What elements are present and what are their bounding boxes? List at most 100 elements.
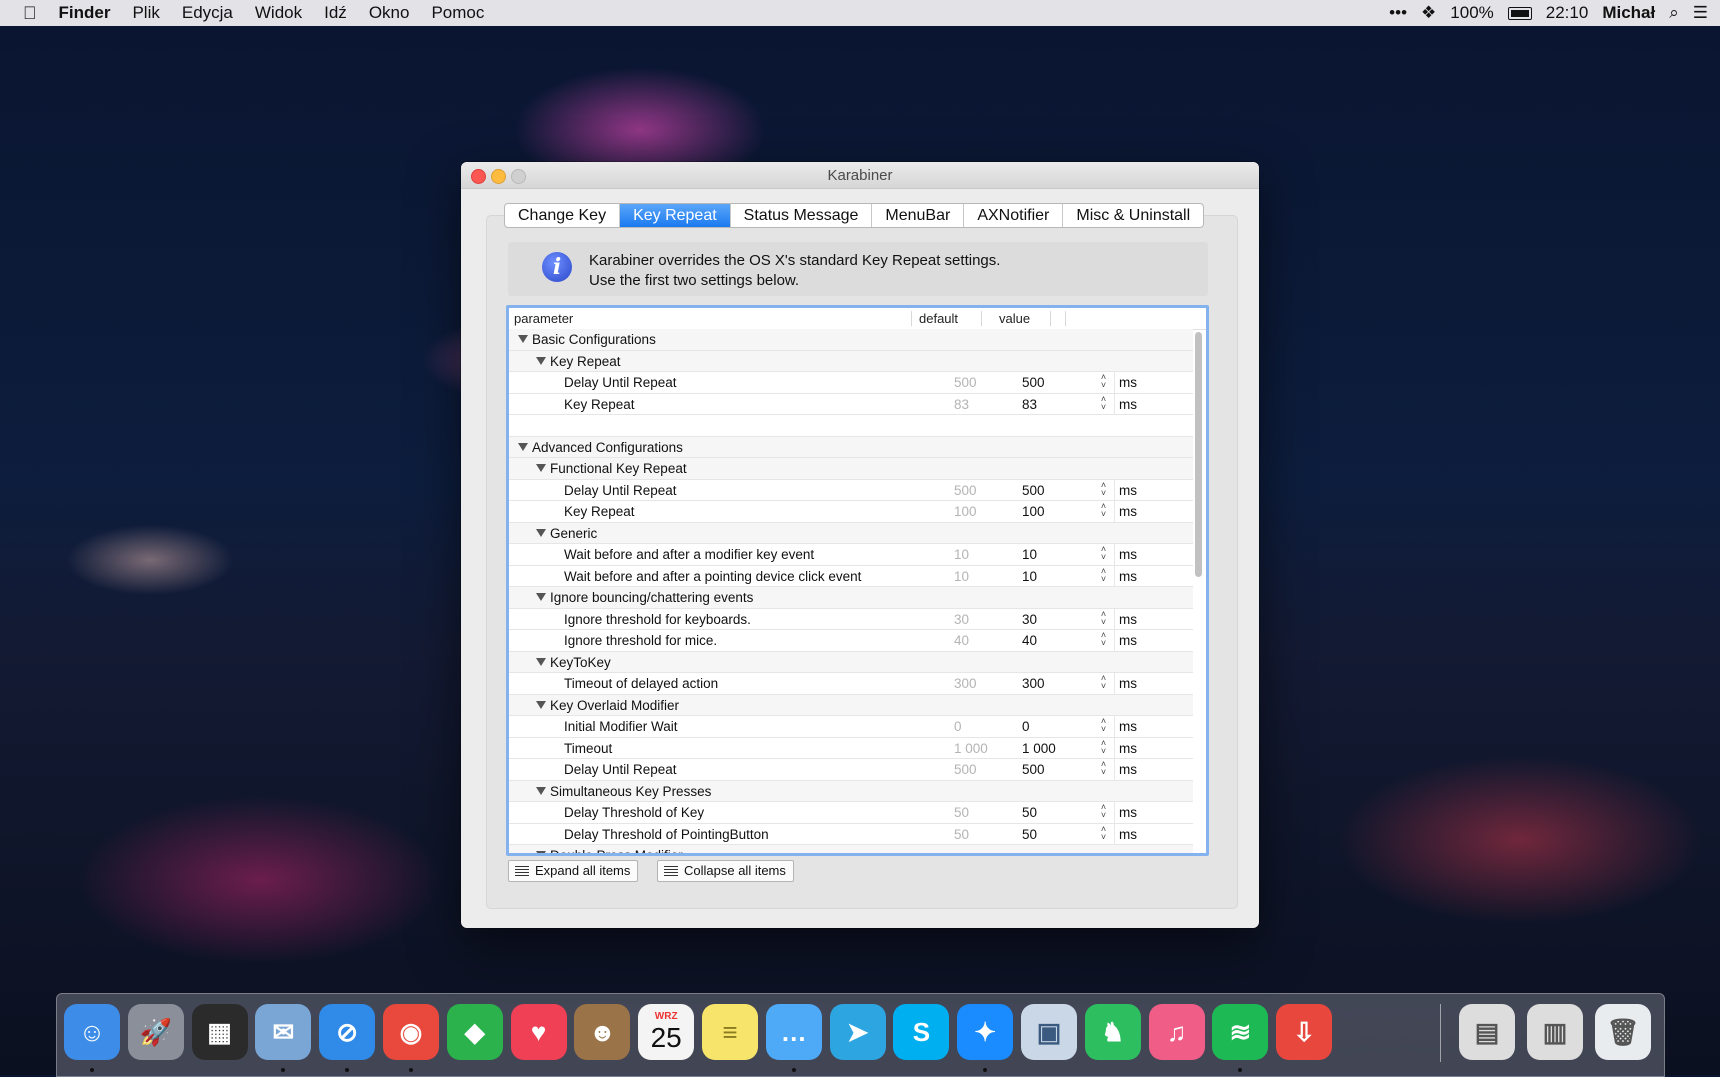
table-group-row[interactable]: Generic — [509, 522, 1193, 544]
value-field[interactable]: 30 — [1022, 612, 1037, 627]
table-group-row[interactable]: Double Press Modifier — [509, 845, 1193, 853]
mission-control-icon[interactable]: ▦ — [191, 1004, 248, 1060]
value-field[interactable]: 1 000 — [1022, 741, 1056, 756]
battery-percent[interactable]: 100% — [1450, 3, 1493, 23]
documents-stack-icon[interactable]: ▥ — [1527, 1004, 1583, 1060]
transmit-icon[interactable]: ⇩ — [1276, 1004, 1333, 1060]
disclosure-triangle-icon[interactable] — [536, 851, 546, 853]
stepper-icon[interactable]: ˄ ˅ — [1099, 760, 1108, 778]
clock[interactable]: 22:10 — [1546, 3, 1589, 23]
table-row[interactable]: Ignore threshold for mice. 40 40 ˄ ˅ ms — [509, 630, 1193, 652]
menu-idz[interactable]: Idź — [313, 3, 358, 23]
table-group-row[interactable]: Key Repeat — [509, 350, 1193, 372]
menu-pomoc[interactable]: Pomoc — [420, 3, 495, 23]
table-row[interactable]: Wait before and after a pointing device … — [509, 565, 1193, 587]
evernote-icon[interactable]: ♞ — [1084, 1004, 1141, 1060]
contacts-icon[interactable]: ☻ — [574, 1004, 631, 1060]
value-field[interactable]: 500 — [1022, 483, 1045, 498]
table-row[interactable]: Key Repeat 100 100 ˄ ˅ ms — [509, 501, 1193, 523]
table-row[interactable]: Delay Until Repeat 500 500 ˄ ˅ ms — [509, 759, 1193, 781]
mail-icon[interactable]: ✉ — [255, 1004, 312, 1060]
disclosure-triangle-icon[interactable] — [518, 335, 528, 343]
header-default[interactable]: default — [919, 311, 958, 326]
value-field[interactable]: 10 — [1022, 569, 1037, 584]
vertical-scrollbar[interactable] — [1195, 332, 1202, 577]
trash-icon[interactable]: 🗑 — [1595, 1004, 1651, 1060]
menu-okno[interactable]: Okno — [358, 3, 421, 23]
disclosure-triangle-icon[interactable] — [536, 786, 546, 795]
tab-misc-uninstall[interactable]: Misc & Uninstall — [1063, 204, 1203, 227]
table-group-row[interactable]: Key Overlaid Modifier — [509, 694, 1193, 716]
table-row[interactable]: Timeout of delayed action 300 300 ˄ ˅ ms — [509, 673, 1193, 695]
launchpad-icon[interactable]: 🚀 — [127, 1004, 184, 1060]
stepper-icon[interactable]: ˄ ˅ — [1099, 803, 1108, 821]
disclosure-triangle-icon[interactable] — [536, 464, 546, 472]
table-row[interactable]: Wait before and after a modifier key eve… — [509, 544, 1193, 566]
table-group-row[interactable]: Ignore bouncing/chattering events — [509, 587, 1193, 609]
value-field[interactable]: 0 — [1022, 719, 1030, 734]
value-field[interactable]: 300 — [1022, 676, 1045, 691]
messenger-icon[interactable]: ✦ — [957, 1004, 1014, 1060]
stepper-icon[interactable]: ˄ ˅ — [1099, 609, 1108, 628]
dropbox-icon[interactable]: ❖ — [1421, 3, 1436, 23]
title-bar[interactable]: Karabiner — [461, 162, 1259, 189]
table-row[interactable]: Key Repeat 83 83 ˄ ˅ ms — [509, 393, 1193, 415]
downloads-stack-icon[interactable]: ▤ — [1459, 1004, 1515, 1060]
calendar-icon[interactable]: WRZ 25 — [638, 1004, 695, 1060]
battery-icon[interactable] — [1507, 6, 1532, 20]
messages-icon[interactable]: … — [765, 1004, 822, 1060]
disclosure-triangle-icon[interactable] — [536, 657, 546, 666]
chrome-icon[interactable]: ◉ — [383, 1004, 439, 1060]
spotlight-icon[interactable]: ⌕ — [1669, 3, 1679, 23]
table-group-row[interactable]: Basic Configurations — [509, 329, 1193, 351]
finder-icon[interactable]: ☺ — [64, 1004, 120, 1060]
table-row[interactable]: Delay Until Repeat 500 500 ˄ ˅ ms — [509, 479, 1193, 501]
expand-all-button[interactable]: Expand all items — [508, 860, 639, 882]
tab-status-message[interactable]: Status Message — [731, 204, 873, 227]
stepper-icon[interactable]: ˄ ˅ — [1099, 545, 1108, 563]
table-row[interactable]: Timeout 1 000 1 000 ˄ ˅ ms — [509, 737, 1193, 759]
table-row[interactable]: Delay Threshold of PointingButton 50 50 ˄ ˅ m… — [509, 823, 1193, 845]
disclosure-triangle-icon[interactable] — [518, 442, 528, 451]
header-parameter[interactable]: parameter — [514, 311, 573, 326]
stepper-icon[interactable]: ˄ ˅ — [1099, 566, 1108, 585]
stepper-icon[interactable]: ˄ ˅ — [1099, 480, 1108, 499]
stepper-icon[interactable]: ˄ ˅ — [1099, 373, 1108, 391]
table-group-row[interactable]: Simultaneous Key Presses — [509, 780, 1193, 802]
table-group-row[interactable]: Functional Key Repeat — [509, 458, 1193, 480]
notification-center-icon[interactable]: ☰ — [1693, 3, 1708, 23]
itunes-icon[interactable]: ♫ — [1148, 1004, 1205, 1060]
menu-edycja[interactable]: Edycja — [171, 3, 244, 23]
spotify-icon[interactable]: ≋ — [1212, 1004, 1269, 1060]
disclosure-triangle-icon[interactable] — [536, 356, 546, 365]
value-field[interactable]: 500 — [1022, 375, 1045, 390]
menu-finder[interactable]: Finder — [48, 3, 122, 23]
stepper-icon[interactable]: ˄ ˅ — [1099, 631, 1108, 649]
collapse-all-button[interactable]: Collapse all items — [657, 860, 794, 882]
value-field[interactable]: 83 — [1022, 397, 1037, 412]
tab-axnotifier[interactable]: AXNotifier — [964, 204, 1064, 227]
menu-widok[interactable]: Widok — [244, 3, 313, 23]
stepper-icon[interactable]: ˄ ˅ — [1099, 674, 1108, 692]
stepper-icon[interactable]: ˄ ˅ — [1099, 394, 1108, 413]
pocket-icon[interactable]: ♥ — [510, 1004, 567, 1060]
stepper-icon[interactable]: ˄ ˅ — [1099, 738, 1108, 757]
safari-icon[interactable]: ⊘ — [319, 1004, 376, 1060]
menu-plik[interactable]: Plik — [121, 3, 170, 23]
tab-key-repeat[interactable]: Key Repeat — [620, 204, 731, 227]
value-field[interactable]: 50 — [1022, 827, 1037, 842]
disclosure-triangle-icon[interactable] — [536, 700, 546, 709]
stepper-icon[interactable]: ˄ ˅ — [1099, 502, 1108, 520]
stepper-icon[interactable]: ˄ ˅ — [1099, 824, 1108, 843]
feedly-icon[interactable]: ◆ — [446, 1004, 503, 1060]
table-row[interactable]: Delay Threshold of Key 50 50 ˄ ˅ ms — [509, 802, 1193, 824]
user-name[interactable]: Michał — [1602, 3, 1655, 23]
value-field[interactable]: 10 — [1022, 547, 1037, 562]
settings-table[interactable]: parameter default value Basic Configurat… — [506, 305, 1209, 856]
table-row[interactable]: Delay Until Repeat 500 500 ˄ ˅ ms — [509, 372, 1193, 394]
telegram-icon[interactable]: ➤ — [829, 1004, 886, 1060]
value-field[interactable]: 40 — [1022, 633, 1037, 648]
tab-menubar[interactable]: MenuBar — [872, 204, 965, 227]
header-value[interactable]: value — [999, 311, 1030, 326]
value-field[interactable]: 500 — [1022, 762, 1045, 777]
